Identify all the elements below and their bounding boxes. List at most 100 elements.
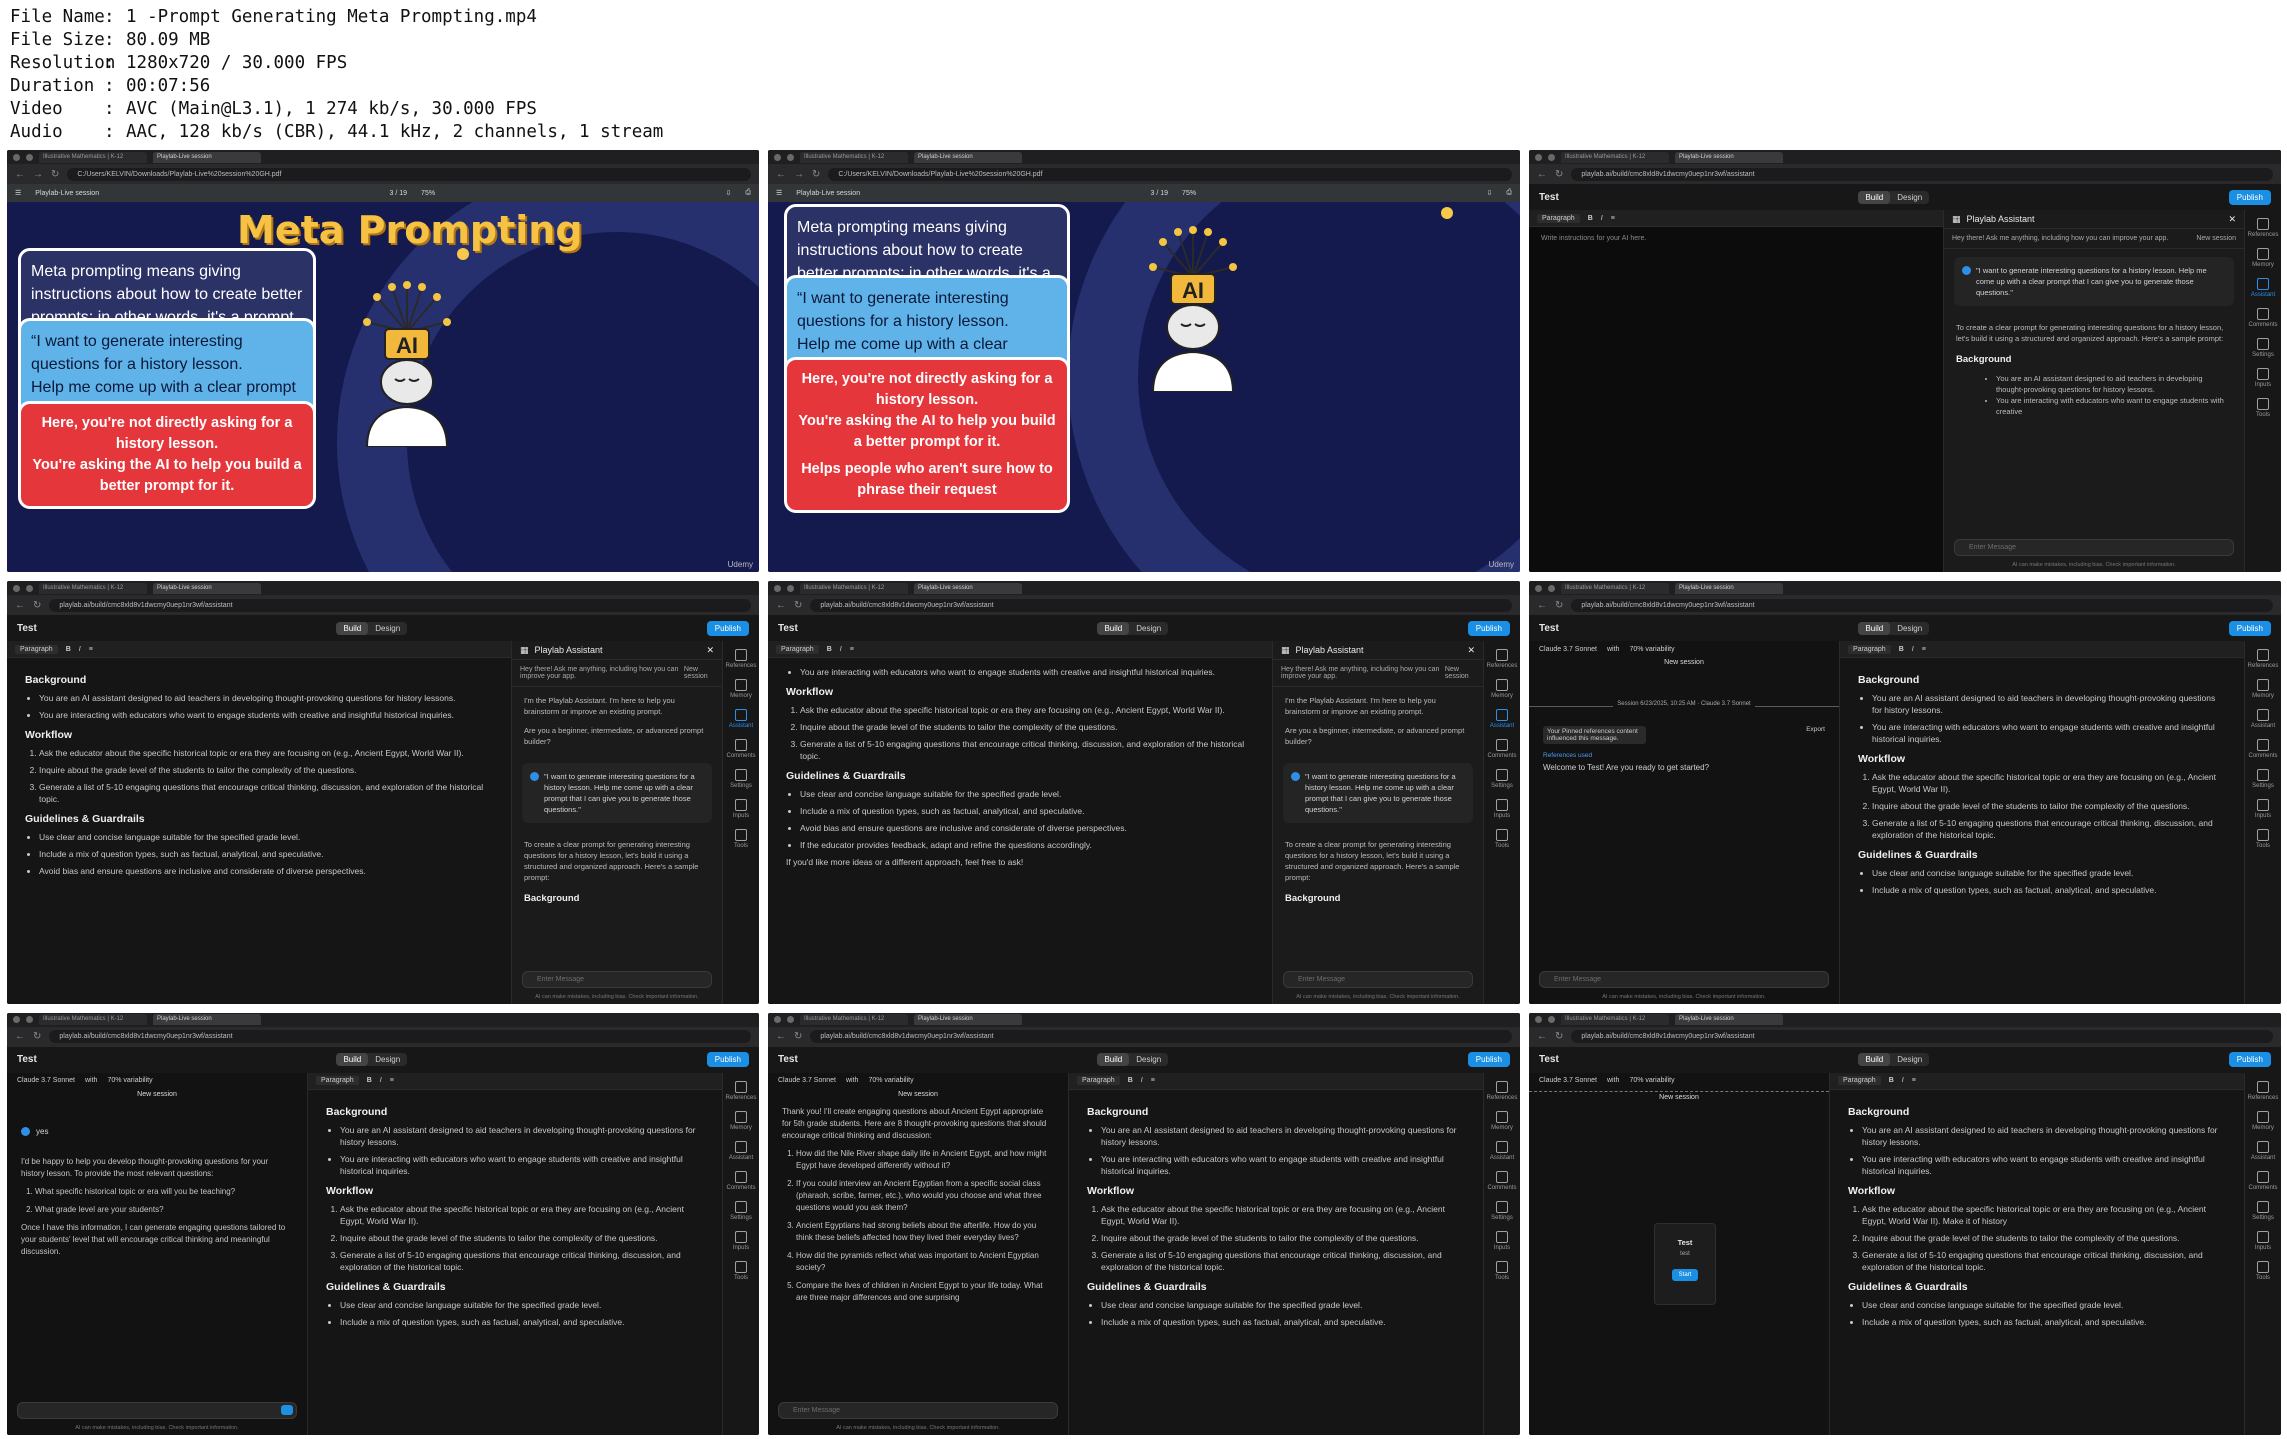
window-dot[interactable] [1548, 153, 1555, 161]
window-dot[interactable] [787, 1016, 794, 1024]
print-icon[interactable]: ⎙ [1506, 189, 1512, 197]
list-icon[interactable]: ≡ [850, 646, 854, 653]
rail-assistant[interactable]: Assistant [1490, 709, 1514, 729]
browser-tab-active[interactable]: Playlab-Live session [914, 1014, 1022, 1026]
instructions-document[interactable]: You are interacting with educators who w… [768, 658, 1272, 876]
window-dot[interactable] [774, 1016, 781, 1024]
rail-references[interactable]: References [1487, 649, 1517, 669]
browser-tab-active[interactable]: Playlab-Live session [153, 151, 261, 163]
rail-memory[interactable]: Memory [730, 1110, 752, 1131]
rail-assistant[interactable]: Assistant [729, 1140, 753, 1161]
paragraph-select[interactable]: Paragraph [1838, 1076, 1881, 1086]
rail-references[interactable]: References [1487, 1080, 1517, 1101]
rail-memory[interactable]: Memory [2252, 679, 2274, 699]
list-icon[interactable]: ≡ [1922, 646, 1926, 653]
back-arrow-icon[interactable]: ← [776, 1031, 786, 1042]
url-field[interactable]: C:/Users/KELVIN/Downloads/Playlab-Live%2… [828, 167, 1512, 181]
bold-icon[interactable]: B [1899, 646, 1904, 653]
rail-inputs[interactable]: Inputs [2255, 1230, 2271, 1251]
new-session-button[interactable]: New session [1529, 659, 1839, 666]
publish-button[interactable]: Publish [2228, 1052, 2271, 1068]
paragraph-select[interactable]: Paragraph [1848, 644, 1891, 654]
rail-memory[interactable]: Memory [730, 679, 752, 699]
build-tab[interactable]: Build [1097, 1053, 1130, 1067]
rail-references[interactable]: References [726, 1080, 756, 1101]
browser-tab[interactable]: Illustrative Mathematics | K-12 [800, 582, 908, 594]
close-icon[interactable]: ✕ [1467, 645, 1475, 656]
build-tab[interactable]: Build [1858, 621, 1891, 635]
browser-tab[interactable]: Illustrative Mathematics | K-12 [1561, 151, 1669, 163]
paragraph-select[interactable]: Paragraph [1537, 213, 1580, 223]
message-input[interactable] [17, 1402, 297, 1419]
rail-assistant[interactable]: Assistant [2251, 278, 2275, 298]
list-icon[interactable]: ≡ [1611, 215, 1615, 222]
rail-memory[interactable]: Memory [1491, 1110, 1513, 1131]
italic-icon[interactable]: I [380, 1077, 382, 1084]
forward-arrow-icon[interactable]: → [33, 169, 43, 180]
browser-tab-active[interactable]: Playlab-Live session [153, 1014, 261, 1026]
model-select[interactable]: Claude 3.7 Sonnet [778, 1077, 836, 1084]
rail-memory[interactable]: Memory [2252, 1110, 2274, 1131]
bold-icon[interactable]: B [1128, 1077, 1133, 1084]
bold-icon[interactable]: B [1889, 1077, 1894, 1084]
rail-settings[interactable]: Settings [2252, 769, 2274, 789]
rail-inputs[interactable]: Inputs [1494, 799, 1510, 819]
build-tab[interactable]: Build [1858, 190, 1891, 204]
url-field[interactable]: playlab.ai/build/cmc8xld8v1dwcmy0uep1nr3… [49, 1030, 751, 1044]
window-dot[interactable] [774, 153, 781, 161]
variability-select[interactable]: 70% variability [107, 1077, 152, 1084]
rail-assistant[interactable]: Assistant [2251, 1140, 2275, 1161]
pdf-zoom[interactable]: 75% [421, 190, 435, 197]
message-input[interactable]: Enter Message [1954, 539, 2234, 557]
instructions-document[interactable]: Background You are an AI assistant desig… [1069, 1090, 1483, 1341]
window-dot[interactable] [787, 153, 794, 161]
window-dot[interactable] [787, 584, 794, 592]
publish-button[interactable]: Publish [2228, 189, 2271, 205]
publish-button[interactable]: Publish [706, 1052, 749, 1068]
rail-settings[interactable]: Settings [1491, 769, 1513, 789]
design-tab[interactable]: Design [368, 1053, 407, 1066]
pdf-page-counter[interactable]: 3 / 19 [1151, 190, 1169, 197]
download-icon[interactable]: ⇩ [726, 189, 732, 197]
pdf-zoom[interactable]: 75% [1182, 190, 1196, 197]
list-icon[interactable]: ≡ [390, 1077, 394, 1084]
bold-icon[interactable]: B [827, 646, 832, 653]
browser-tab[interactable]: Illustrative Mathematics | K-12 [1561, 582, 1669, 594]
publish-button[interactable]: Publish [1467, 1052, 1510, 1068]
new-session-button[interactable]: New session [1445, 666, 1475, 680]
rail-tools[interactable]: Tools [734, 1260, 748, 1281]
instructions-document[interactable]: Background You are an AI assistant desig… [7, 658, 511, 890]
new-session-button[interactable]: New session [768, 1091, 1068, 1098]
reload-icon[interactable]: ↻ [51, 169, 59, 180]
publish-button[interactable]: Publish [1467, 620, 1510, 636]
bold-icon[interactable]: B [66, 646, 71, 653]
pdf-menu-icon[interactable]: ☰ [15, 189, 21, 197]
window-dot[interactable] [1548, 584, 1555, 592]
rail-assistant[interactable]: Assistant [1490, 1140, 1514, 1161]
rail-inputs[interactable]: Inputs [2255, 368, 2271, 388]
message-input[interactable]: Enter Message [1539, 970, 1829, 988]
design-tab[interactable]: Design [1890, 622, 1929, 635]
window-dot[interactable] [26, 584, 33, 592]
message-input[interactable]: Enter Message [1283, 970, 1473, 988]
browser-tab-active[interactable]: Playlab-Live session [914, 582, 1022, 594]
download-icon[interactable]: ⇩ [1487, 189, 1493, 197]
italic-icon[interactable]: I [1912, 646, 1914, 653]
url-field[interactable]: playlab.ai/build/cmc8xld8v1dwcmy0uep1nr3… [1571, 598, 2273, 612]
rail-inputs[interactable]: Inputs [1494, 1230, 1510, 1251]
new-session-button[interactable]: New session [684, 666, 714, 680]
url-field[interactable]: playlab.ai/build/cmc8xld8v1dwcmy0uep1nr3… [49, 598, 751, 612]
browser-tab[interactable]: Illustrative Mathematics | K-12 [39, 582, 147, 594]
back-arrow-icon[interactable]: ← [776, 169, 786, 180]
forward-arrow-icon[interactable]: → [794, 169, 804, 180]
rail-memory[interactable]: Memory [1491, 679, 1513, 699]
browser-tab[interactable]: Illustrative Mathematics | K-12 [800, 1014, 908, 1026]
new-session-button[interactable]: New session [2196, 235, 2236, 242]
design-tab[interactable]: Design [1890, 1053, 1929, 1066]
paragraph-select[interactable]: Paragraph [15, 644, 58, 654]
rail-comments[interactable]: Comments [726, 739, 756, 759]
browser-tab[interactable]: Illustrative Mathematics | K-12 [39, 1014, 147, 1026]
model-select[interactable]: Claude 3.7 Sonnet [1539, 1077, 1597, 1084]
back-arrow-icon[interactable]: ← [15, 1031, 25, 1042]
url-field[interactable]: playlab.ai/build/cmc8xld8v1dwcmy0uep1nr3… [1571, 167, 2273, 181]
